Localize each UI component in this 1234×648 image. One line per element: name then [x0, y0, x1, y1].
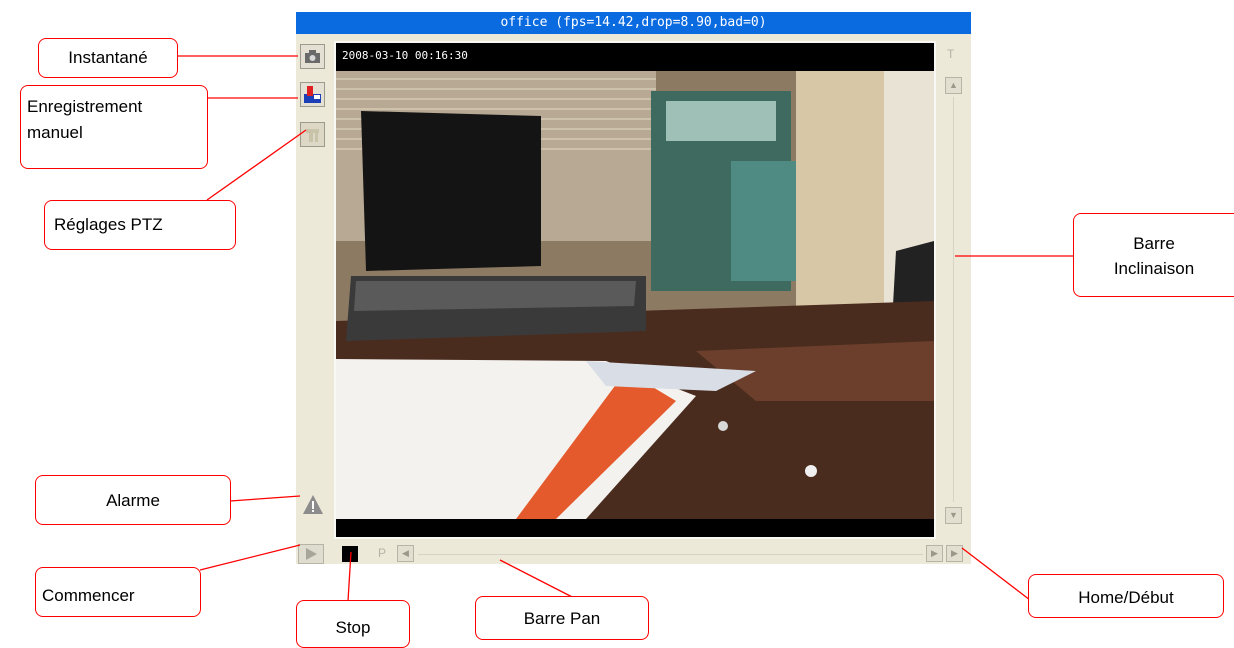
callout-alarm-text: Alarme	[106, 491, 160, 510]
callout-home-text: Home/Début	[1078, 588, 1174, 607]
callout-start-text: Commencer	[42, 586, 135, 605]
callout-stop: Stop	[296, 600, 410, 648]
callout-snapshot-text: Instantané	[68, 48, 148, 67]
callout-ptz-settings: Réglages PTZ	[44, 200, 236, 250]
callout-pan-bar: Barre Pan	[475, 596, 649, 640]
callout-pan-bar-text: Barre Pan	[523, 609, 601, 628]
callout-snapshot: Instantané	[38, 38, 178, 78]
callout-tilt-bar: Barre Inclinaison	[1073, 213, 1234, 297]
callout-ptz-settings-text: Réglages PTZ	[54, 215, 163, 234]
callout-start: Commencer	[35, 567, 201, 617]
callout-home: Home/Début	[1028, 574, 1224, 618]
callout-alarm: Alarme	[35, 475, 231, 525]
callout-tilt-bar-text: Barre Inclinaison	[1113, 234, 1195, 278]
callout-manual-recording-text: Enregistrement manuel	[27, 97, 143, 142]
callout-manual-recording: Enregistrement manuel	[20, 85, 208, 169]
callout-stop-text: Stop	[335, 618, 371, 637]
